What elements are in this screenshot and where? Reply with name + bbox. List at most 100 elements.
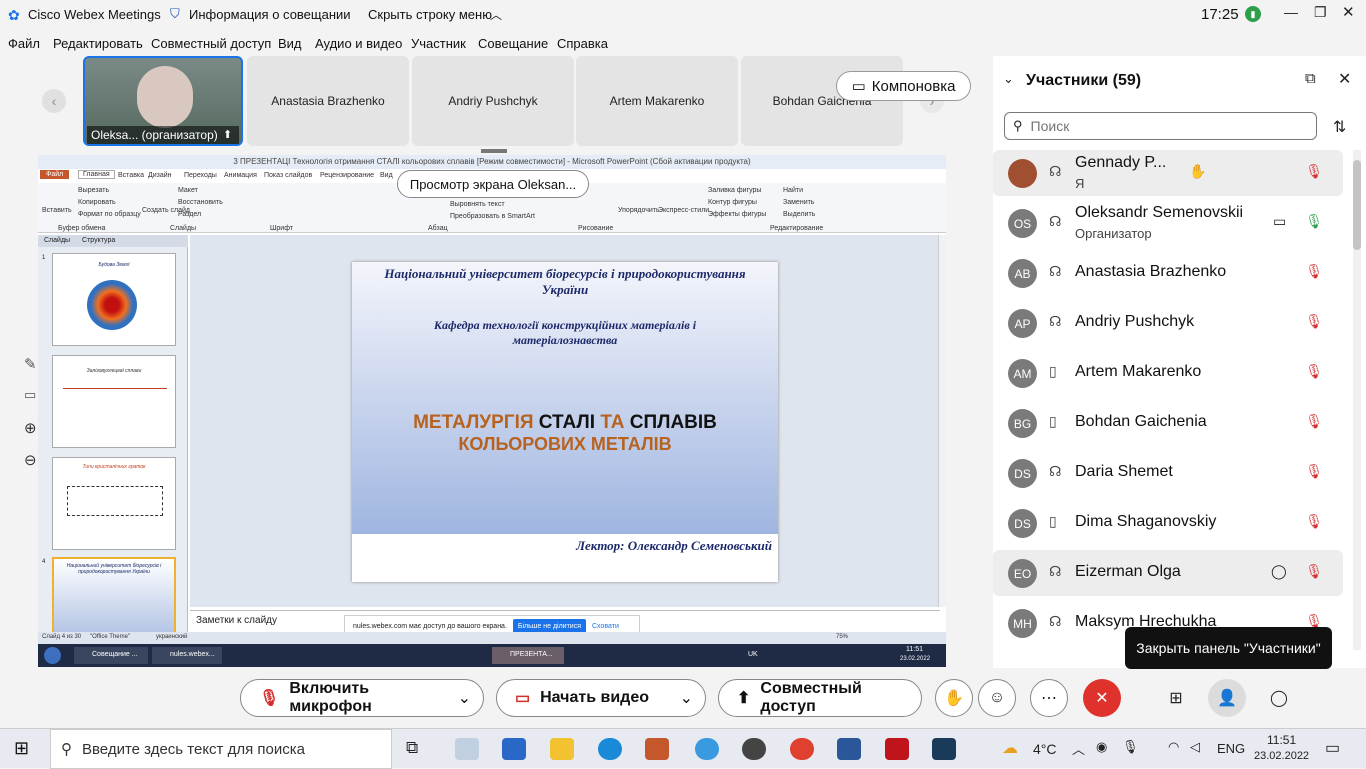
popout-icon[interactable]: ⧉ <box>1305 70 1316 87</box>
shape-effects-button[interactable]: Эффекты фигуры <box>708 211 766 218</box>
tab-file[interactable]: Файл <box>40 170 70 179</box>
app-icon[interactable] <box>455 738 479 760</box>
mic-muted-icon[interactable]: 🎙 <box>1305 163 1323 180</box>
arrange-button[interactable]: Упорядочить <box>618 207 660 214</box>
keyboard-language[interactable]: ENG <box>1217 741 1245 756</box>
close-window-icon[interactable]: ✕ <box>1342 3 1355 21</box>
slide-thumbnail[interactable]: Будова Землі <box>52 253 176 346</box>
align-text-button[interactable]: Выровнять текст <box>450 201 505 208</box>
scrollbar-thumb[interactable] <box>1353 160 1361 250</box>
menu-file[interactable]: Файл <box>8 36 40 51</box>
hide-menu-button[interactable]: Скрыть строку меню <box>368 7 492 22</box>
participant-row[interactable]: EO ☊ Eizerman Olga ◯ 🎙 <box>993 550 1343 596</box>
close-panel-icon[interactable]: ✕ <box>1338 69 1351 89</box>
zoom-in-icon[interactable]: ⊕ <box>24 419 37 437</box>
express-styles-button[interactable]: Экспресс-стили <box>658 207 709 214</box>
strip-prev-icon[interactable]: ‹ <box>42 89 66 113</box>
restore-icon[interactable]: ❐ <box>1314 4 1327 21</box>
tab-transitions[interactable]: Переходы <box>184 172 217 179</box>
layout-button[interactable]: ▭ Компоновка <box>836 71 971 101</box>
slide[interactable]: Національний університет біоресурсів і п… <box>352 262 778 582</box>
ie-icon[interactable] <box>695 738 719 760</box>
signal-icon[interactable]: ▮ <box>1245 6 1261 22</box>
mic-muted-icon[interactable]: 🎙 <box>1305 513 1323 530</box>
unmute-button[interactable]: 🎙 Включить микрофон ⌄ <box>240 679 484 717</box>
menu-audio-video[interactable]: Аудио и видео <box>315 36 402 51</box>
mic-muted-icon[interactable]: 🎙 <box>1305 563 1323 580</box>
tab-view[interactable]: Вид <box>380 172 393 179</box>
sort-icon[interactable]: ⇅ <box>1333 117 1346 137</box>
participant-row[interactable]: AP ☊ Andriy Pushchyk 🎙 <box>993 300 1343 346</box>
tab-slideshow[interactable]: Показ слайдов <box>264 172 312 179</box>
video-tile[interactable]: Bohdan Gaichenia <box>741 56 903 146</box>
participant-row[interactable]: ☊ Gennady P... Я ✋ 🎙 <box>993 150 1343 196</box>
windows-start-icon[interactable]: ⊞ <box>14 738 29 759</box>
chat-icon[interactable]: ◯ <box>1271 563 1287 580</box>
video-icon[interactable]: ▭ <box>1273 213 1286 230</box>
resize-handle[interactable] <box>481 149 507 153</box>
menu-participant[interactable]: Участник <box>411 36 466 51</box>
chevron-up-icon[interactable]: ︿ <box>490 6 502 23</box>
section-button[interactable]: Раздел <box>178 211 201 218</box>
store-icon[interactable] <box>502 738 526 760</box>
paste-button[interactable]: Вставить <box>42 207 72 214</box>
edge-icon[interactable] <box>598 738 622 760</box>
mic-active-icon[interactable]: 🎙 <box>1305 213 1323 230</box>
tab-slides[interactable]: Слайды <box>44 237 70 244</box>
apps-icon[interactable]: ⊞ <box>1157 679 1195 717</box>
wifi-icon[interactable]: ◠ <box>1168 739 1179 755</box>
tab-design[interactable]: Дизайн <box>148 172 172 179</box>
cut-button[interactable]: Вырезать <box>78 187 109 194</box>
video-tile[interactable]: Artem Makarenko <box>576 56 738 146</box>
screen-icon[interactable]: ▭ <box>24 387 36 403</box>
taskbar-time[interactable]: 11:51 <box>1267 733 1296 747</box>
mic-muted-icon[interactable]: 🎙 <box>1305 413 1323 430</box>
acrobat-icon[interactable] <box>885 738 909 760</box>
participant-row[interactable]: DS ▯ Dima Shaganovskiy 🎙 <box>993 500 1343 546</box>
zoom-out-icon[interactable]: ⊖ <box>24 451 37 469</box>
format-painter-button[interactable]: Формат по образцу <box>78 211 141 218</box>
annotate-icon[interactable]: ✎ <box>24 355 37 373</box>
menu-meeting[interactable]: Совещание <box>478 36 548 51</box>
raise-hand-icon[interactable]: ✋ <box>935 679 973 717</box>
participants-icon[interactable]: 👤 <box>1208 679 1246 717</box>
menu-help[interactable]: Справка <box>557 36 608 51</box>
tray-camera-icon[interactable]: ◉ <box>1096 739 1107 755</box>
mic-muted-icon[interactable]: 🎙 <box>1305 263 1323 280</box>
participants-scrollbar[interactable] <box>1353 150 1361 650</box>
webex-taskbar-icon[interactable] <box>932 738 956 760</box>
mic-muted-icon[interactable]: 🎙 <box>1305 313 1323 330</box>
weather-icon[interactable]: ☁ <box>1002 738 1018 758</box>
shared-screen[interactable]: 3 ПРЕЗЕНТАЦІ Технологія отримання СТАЛІ … <box>38 155 946 667</box>
meeting-info-button[interactable]: Информация о совещании <box>189 7 351 22</box>
word-icon[interactable] <box>837 738 861 760</box>
shape-fill-button[interactable]: Заливка фигуры <box>708 187 761 194</box>
participant-row[interactable]: DS ☊ Daria Shemet 🎙 <box>993 450 1343 496</box>
participant-row[interactable]: AM ▯ Artem Makarenko 🎙 <box>993 350 1343 396</box>
notifications-icon[interactable]: ▭ <box>1325 738 1340 758</box>
taskbar-date[interactable]: 23.02.2022 <box>1254 750 1309 762</box>
participant-row[interactable]: OS ☊ Oleksandr Semenovskii Организатор ▭… <box>993 200 1343 246</box>
tab-insert[interactable]: Вставка <box>118 172 144 179</box>
reset-button[interactable]: Восстановить <box>178 199 223 206</box>
chat-icon[interactable]: ◯ <box>1260 679 1298 717</box>
task-view-icon[interactable]: ⧉ <box>406 738 418 758</box>
hide-notification-button[interactable]: Сховати <box>592 623 619 630</box>
tab-home[interactable]: Главная <box>78 170 115 179</box>
video-tile[interactable]: Anastasia Brazhenko <box>247 56 409 146</box>
powerpoint-icon[interactable] <box>645 738 669 760</box>
layout-dropdown[interactable]: Макет <box>178 187 198 194</box>
tab-outline[interactable]: Структура <box>82 237 115 244</box>
copy-button[interactable]: Копировать <box>78 199 116 206</box>
participant-row[interactable]: AB ☊ Anastasia Brazhenko 🎙 <box>993 250 1343 296</box>
slide-thumbnail[interactable]: Залізовуглецеві сплави <box>52 355 176 448</box>
smartart-button[interactable]: Преобразовать в SmartArt <box>450 213 535 220</box>
menu-share[interactable]: Совместный доступ <box>151 36 271 51</box>
replace-button[interactable]: Заменить <box>783 199 814 206</box>
chevron-down-icon[interactable]: ⌄ <box>680 688 693 708</box>
participant-search-input[interactable] <box>1030 118 1291 134</box>
slide-thumbnail[interactable]: Типи кристалічних граток <box>52 457 176 550</box>
file-explorer-icon[interactable] <box>550 738 574 760</box>
self-video-tile[interactable]: Oleksa... (организатор) ⬆ <box>83 56 243 146</box>
find-button[interactable]: Найти <box>783 187 803 194</box>
